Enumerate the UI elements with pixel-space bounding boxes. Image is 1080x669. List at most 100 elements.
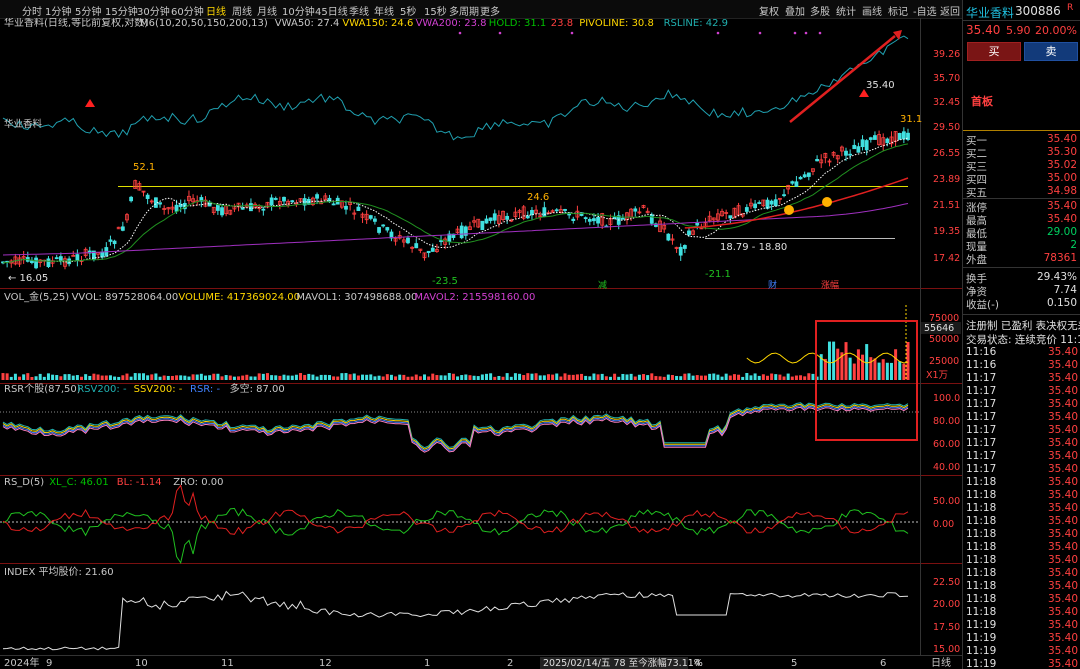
timeframe-tab[interactable]: 5分钟	[75, 3, 101, 18]
volume-bar	[22, 374, 26, 380]
volume-bar	[158, 376, 162, 380]
timeframe-tab[interactable]: 30分钟	[137, 3, 170, 18]
quote-value: 29.43%	[1036, 271, 1077, 283]
volume-bar	[340, 373, 344, 380]
timeframe-tab[interactable]: 1分钟	[45, 3, 71, 18]
volume-bar	[389, 374, 393, 380]
tick-time: 11:18	[966, 502, 997, 514]
index-line	[2, 590, 909, 651]
buy-button[interactable]: 买	[967, 42, 1021, 61]
y-axis-label: 60.00	[933, 439, 960, 450]
volume-bar	[807, 373, 811, 380]
volume-bar	[670, 375, 674, 380]
volume-bar	[869, 357, 873, 380]
timeframe-tab[interactable]: 更多	[480, 3, 500, 18]
timeframe-tab[interactable]: 10分钟	[282, 3, 315, 18]
volume-bar	[336, 376, 340, 380]
volume-bar	[104, 375, 108, 380]
volume-unit: X1万	[926, 370, 948, 381]
tick-time: 11:17	[966, 372, 997, 384]
candle	[145, 194, 150, 199]
candle	[315, 194, 319, 199]
timeframe-tab[interactable]: 60分钟	[171, 3, 204, 18]
x-axis-label: 11	[221, 658, 234, 669]
indicator-value: 多空: 87.00	[230, 382, 285, 395]
volume-bar	[385, 374, 389, 380]
toolbar-button[interactable]: 标记	[888, 3, 908, 18]
volume-bar	[484, 373, 488, 380]
timeframe-tab[interactable]: 5秒	[400, 3, 416, 18]
timeframe-tab[interactable]: 15分钟	[105, 3, 138, 18]
timeframe-tab[interactable]: 年线	[374, 3, 394, 18]
volume-bar	[741, 376, 745, 380]
y-axis-label: 100.0	[933, 393, 960, 404]
quote-row: 买五 34.98	[966, 185, 1079, 199]
timeframe-tab[interactable]: 日线	[206, 3, 226, 18]
timeframe-tab[interactable]: 周线	[232, 3, 252, 18]
toolbar-button[interactable]: 多股	[810, 3, 830, 18]
y-axis-label: 26.55	[933, 148, 960, 159]
volume-bar	[765, 375, 769, 380]
quote-value: 29.00	[1046, 226, 1077, 238]
volume-bar	[133, 373, 137, 380]
volume-bar	[584, 375, 588, 380]
tick-time: 11:18	[966, 567, 997, 579]
volume-bar	[294, 374, 298, 380]
volume-bar	[443, 375, 447, 380]
volume-bar	[129, 376, 133, 380]
volume-bar	[538, 375, 542, 380]
quote-value: 78361	[1043, 252, 1077, 264]
volume-bar	[84, 374, 88, 380]
tick-price: 35.40	[1047, 489, 1078, 501]
timeframe-tab[interactable]: 分时	[22, 3, 42, 18]
candle	[844, 150, 848, 156]
toolbar-button[interactable]: 叠加	[785, 3, 805, 18]
tick-price: 35.40	[1047, 580, 1078, 592]
candle	[505, 215, 510, 220]
toolbar-button[interactable]: 统计	[836, 3, 856, 18]
toolbar-button[interactable]: 画线	[862, 3, 882, 18]
rsline	[2, 35, 909, 141]
volume-bar	[451, 373, 455, 380]
volume-bar	[175, 375, 179, 380]
volume-bar	[361, 374, 365, 380]
y-axis-label: 15.00	[933, 644, 960, 655]
tick-price: 35.40	[1047, 658, 1078, 669]
candle	[381, 224, 386, 227]
volume-bar	[513, 373, 517, 380]
tick-row: 11:18 35.40	[963, 567, 1080, 580]
tick-price: 35.40	[1047, 359, 1078, 371]
candle	[860, 139, 865, 148]
tick-list[interactable]: 11:16 35.40 11:16 35.40 11:17 35.40 11:17 35.40…	[963, 346, 1080, 669]
tick-time: 11:18	[966, 528, 997, 540]
volume-bar	[530, 373, 534, 380]
volume-bar	[208, 375, 212, 380]
timeframe-tab[interactable]: 45日线	[315, 3, 348, 18]
indicator-value: MAVOL1: 307498688.00	[296, 292, 417, 303]
volume-bar	[608, 376, 612, 380]
timeframe-tab[interactable]: 季线	[349, 3, 369, 18]
volume-bar	[745, 373, 749, 380]
volume-bar	[100, 375, 104, 380]
x-axis-label: 2024年	[4, 656, 39, 669]
x-axis-label: 9	[46, 658, 52, 669]
sell-button[interactable]: 卖	[1024, 42, 1078, 61]
timeframe-tab[interactable]: 月线	[257, 3, 277, 18]
volume-bar	[708, 373, 712, 380]
volume-bar	[241, 375, 245, 380]
timeframe-tab[interactable]: 多周期	[449, 3, 479, 18]
volume-bar	[113, 376, 117, 380]
toolbar-button[interactable]: 返回	[940, 3, 960, 18]
trading-status: 交易状态: 连续竞价 11:19	[966, 334, 1080, 346]
toolbar-button[interactable]: -自选	[913, 3, 937, 18]
toolbar-button[interactable]: 复权	[759, 3, 779, 18]
y-axis-label: 35.70	[933, 73, 960, 84]
stock-chart[interactable]: 华业香料(日线,等比前复权,对数)M6(10,20,50,150,200,13)…	[0, 18, 962, 669]
timeframe-tab[interactable]: 15秒	[424, 3, 447, 18]
candle	[649, 214, 654, 224]
volume-bar	[522, 375, 526, 380]
volume-bar	[142, 373, 146, 380]
low-label: -21.1	[705, 269, 731, 280]
volume-bar	[418, 376, 422, 380]
indicator-value: VOLUME: 417369024.00	[178, 292, 300, 303]
